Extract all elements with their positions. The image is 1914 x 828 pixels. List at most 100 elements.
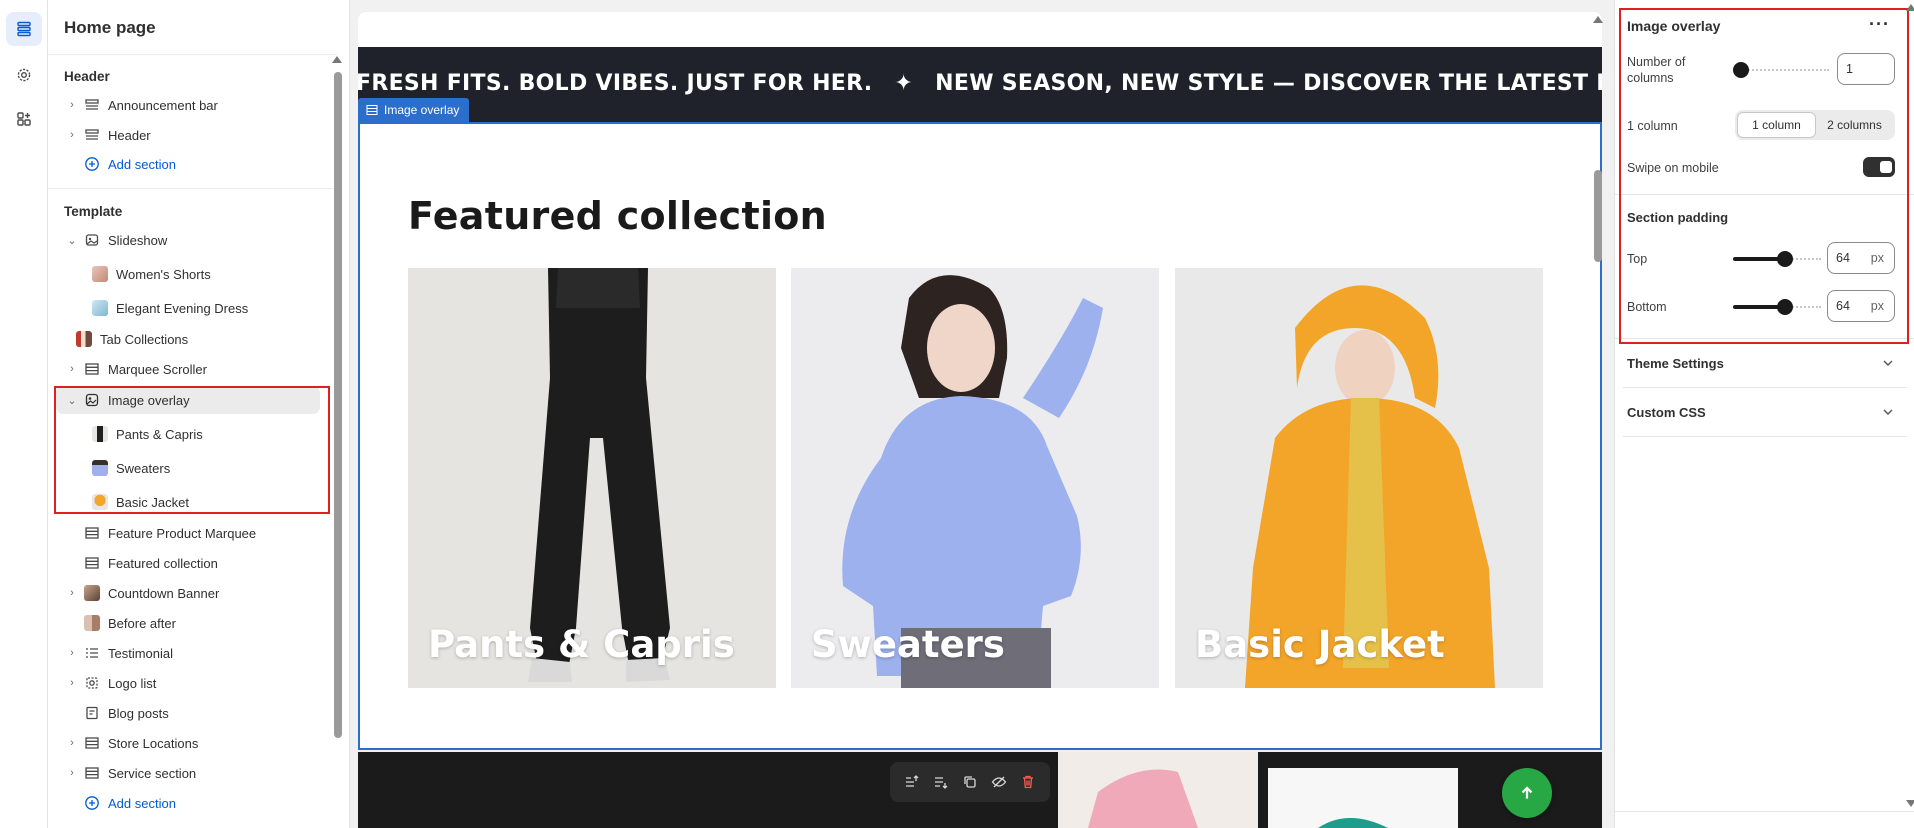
sidebar-block-womens-shorts[interactable]: Women's Shorts	[56, 260, 320, 288]
section-toolbar	[890, 762, 1050, 802]
sidebar-item-label: Announcement bar	[108, 97, 218, 113]
hide-button[interactable]	[988, 771, 1010, 793]
plus-circle-icon	[84, 156, 100, 172]
sidebar-item-before-after[interactable]: Before after	[56, 609, 320, 637]
sidebar-item-label: Store Locations	[108, 735, 199, 751]
divider	[48, 54, 337, 55]
section-icon	[84, 97, 100, 113]
sidebar-item-testimonial[interactable]: › Testimonial	[56, 639, 320, 667]
thumbnail-image	[84, 615, 100, 631]
divider	[48, 188, 337, 189]
chevron-right-icon[interactable]: ›	[64, 645, 80, 661]
sections-icon	[17, 21, 31, 37]
trash-icon	[1022, 775, 1033, 789]
marquee-item: NEW SEASON, NEW STYLE — DISCOVER THE LAT…	[935, 71, 1602, 96]
sidebar-item-label: Marquee Scroller	[108, 361, 207, 377]
preview-scrollbar[interactable]	[1594, 170, 1602, 262]
add-section-label: Add section	[108, 795, 176, 811]
thumbnail-image	[92, 266, 108, 282]
sidebar-item-store-locations[interactable]: › Store Locations	[56, 729, 320, 757]
chevron-right-icon[interactable]: ›	[64, 361, 80, 377]
selected-section-tag[interactable]: Image overlay	[358, 98, 470, 122]
card-title: Basic Jacket	[1195, 623, 1445, 666]
add-section-button-header[interactable]: Add section	[56, 150, 320, 178]
slideshow-icon	[84, 232, 100, 248]
image-overlay-section[interactable]: Featured collection Pants & Capris Sweat…	[358, 122, 1602, 750]
section-icon	[84, 361, 100, 377]
delete-button[interactable]	[1017, 771, 1039, 793]
duplicate-icon	[964, 776, 976, 788]
chevron-right-icon[interactable]: ›	[64, 675, 80, 691]
move-down-button[interactable]	[930, 771, 952, 793]
sidebar-item-featured-collection[interactable]: Featured collection	[56, 549, 320, 577]
sidebar-item-service-section[interactable]: › Service section	[56, 759, 320, 787]
card-title: Pants & Capris	[428, 623, 735, 666]
duplicate-button[interactable]	[959, 771, 981, 793]
chevron-right-icon[interactable]: ›	[64, 735, 80, 751]
sidebar-item-blog-posts[interactable]: Blog posts	[56, 699, 320, 727]
chevron-right-icon[interactable]: ›	[64, 127, 80, 143]
sidebar-item-logo-list[interactable]: › Logo list	[56, 669, 320, 697]
section-icon	[84, 555, 100, 571]
marquee-banner[interactable]: FRESH FITS. BOLD VIBES. JUST FOR HER. ✦ NE…	[358, 47, 1602, 122]
logo-icon	[84, 675, 100, 691]
chevron-right-icon[interactable]: ›	[64, 765, 80, 781]
sidebar-item-announcement-bar[interactable]: › Announcement bar	[56, 91, 320, 119]
section-icon	[84, 525, 100, 541]
theme-editor: Home page Header › Announcement bar › He…	[0, 0, 1914, 828]
sidebar-item-marquee-scroller[interactable]: › Marquee Scroller	[56, 355, 320, 383]
sidebar-block-elegant-evening-dress[interactable]: Elegant Evening Dress	[56, 294, 320, 322]
card-title: Sweaters	[811, 623, 1005, 666]
collection-card-sweaters[interactable]: Sweaters	[791, 268, 1159, 688]
collection-card-pants-capris[interactable]: Pants & Capris	[408, 268, 776, 688]
theme-settings-accordion[interactable]: Theme Settings	[1623, 340, 1907, 388]
star-icon: ✦	[894, 71, 914, 96]
scroll-up-arrow[interactable]	[1906, 4, 1914, 11]
collection-card-basic-jacket[interactable]: Basic Jacket	[1175, 268, 1543, 688]
preview-canvas: FRESH FITS. BOLD VIBES. JUST FOR HER. ✦ NE…	[350, 0, 1620, 828]
sidebar-item-label: Before after	[108, 615, 176, 631]
sidebar-item-label: Feature Product Marquee	[108, 525, 257, 541]
sidebar-item-countdown-banner[interactable]: › Countdown Banner	[56, 579, 320, 607]
blog-icon	[84, 705, 100, 721]
accordion-title: Custom CSS	[1627, 405, 1706, 420]
add-section-button-template[interactable]: Add section	[56, 789, 320, 817]
sidebar-item-label: Testimonial	[108, 645, 174, 661]
scroll-down-arrow[interactable]	[1906, 800, 1914, 807]
list-icon	[84, 645, 100, 661]
scroll-up-arrow[interactable]	[332, 56, 342, 63]
move-up-button[interactable]	[901, 771, 923, 793]
thumbnail-image	[76, 331, 92, 347]
sidebar-item-feature-product-marquee[interactable]: Feature Product Marquee	[56, 519, 320, 547]
chevron-down-icon[interactable]: ⌄	[64, 232, 80, 248]
highlight-box	[1619, 8, 1909, 344]
sidebar-item-tab-collections[interactable]: Tab Collections	[56, 325, 320, 353]
scroll-to-top-button[interactable]	[1502, 768, 1552, 818]
sidebar-item-label: Logo list	[108, 675, 157, 691]
thumbnail-image	[84, 585, 100, 601]
sidebar-item-label: Service section	[108, 765, 197, 781]
sidebar-item-label: Header	[108, 127, 151, 143]
custom-css-accordion[interactable]: Custom CSS	[1623, 389, 1907, 437]
sidebar-item-header[interactable]: › Header	[56, 121, 320, 149]
accordion-title: Theme Settings	[1627, 356, 1724, 371]
settings-rail-button[interactable]	[6, 58, 42, 92]
apps-rail-button[interactable]	[6, 102, 42, 136]
sidebar-item-label: Tab Collections	[100, 331, 189, 347]
scroll-up-arrow[interactable]	[1593, 16, 1603, 23]
chevron-down-icon	[1883, 360, 1893, 366]
plus-circle-icon	[84, 795, 100, 811]
left-rail	[0, 0, 48, 828]
section-icon	[84, 735, 100, 751]
template-group-heading: Template	[64, 204, 123, 219]
chevron-right-icon[interactable]: ›	[64, 585, 80, 601]
chevron-down-icon	[1883, 409, 1893, 415]
sidebar-item-slideshow[interactable]: ⌄ Slideshow	[56, 226, 320, 254]
add-section-label: Add section	[108, 156, 176, 172]
sections-rail-button[interactable]	[6, 12, 42, 46]
chevron-right-icon[interactable]: ›	[64, 97, 80, 113]
arrow-up-icon	[1521, 786, 1533, 799]
sidebar-scrollbar[interactable]	[334, 72, 342, 738]
sidebar-item-label: Blog posts	[108, 705, 169, 721]
settings-panel: Image overlay ··· Number of columns 1 1 …	[1614, 0, 1914, 828]
